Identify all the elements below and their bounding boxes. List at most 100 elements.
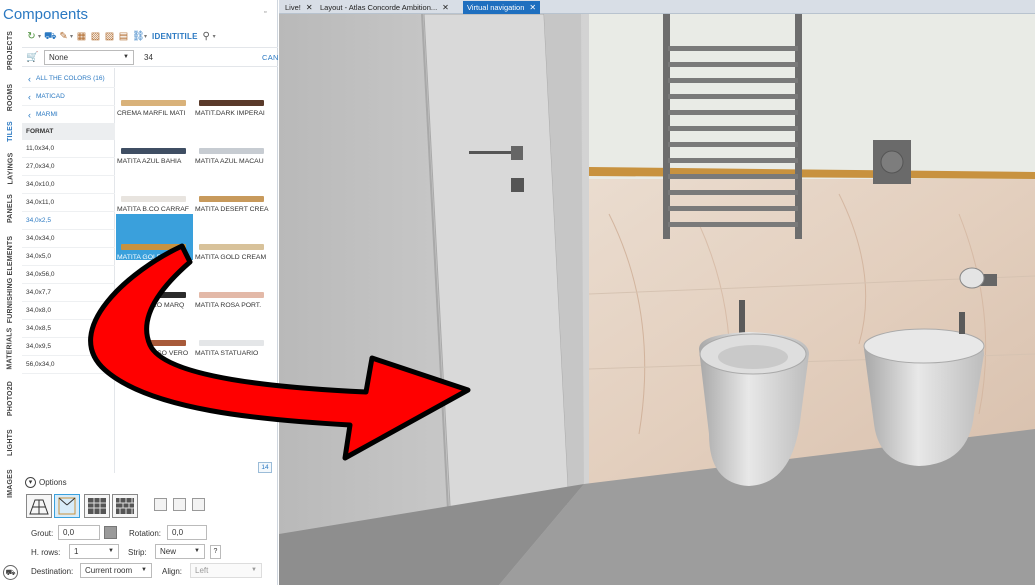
chevron-down-icon: ▼	[108, 548, 114, 554]
align-select[interactable]: Left ▼	[190, 563, 262, 578]
help-button[interactable]: ?	[210, 545, 221, 559]
collapse-options-icon[interactable]: ▾	[25, 477, 36, 488]
tile-item[interactable]: MATITA ROSA PORT.	[194, 262, 271, 309]
strip-select[interactable]: New ▼	[155, 544, 205, 559]
tile-item[interactable]: MATITA STATUARIO	[194, 310, 271, 357]
tile-copy-icon[interactable]: ▤	[118, 31, 129, 42]
calendar-icon[interactable]	[154, 498, 167, 511]
destination-label: Destination:	[31, 567, 74, 576]
format-item[interactable]: 34,0x9,5	[22, 338, 115, 356]
price-list-value: None	[49, 53, 69, 62]
side-tab-materials[interactable]: MATERIALS	[0, 327, 21, 369]
format-item[interactable]: 34,0x5,0	[22, 248, 115, 266]
close-icon[interactable]: ✕	[529, 3, 536, 12]
nav-all-colors[interactable]: ‹ ALL THE COLORS (16)	[22, 70, 115, 88]
wall-layout-icon[interactable]	[54, 494, 80, 518]
cart-icon[interactable]: ⛟	[44, 31, 57, 42]
tile-item[interactable]: CREMA MARFIL MATI	[116, 70, 193, 117]
pattern-offset-icon[interactable]	[112, 494, 138, 518]
price-cart-icon: 🛒	[26, 52, 39, 63]
chevron-left-icon: ‹	[28, 91, 31, 102]
binoculars-icon[interactable]: ⚲	[201, 31, 212, 42]
tile-item[interactable]: MATITA AZUL BAHIA	[116, 118, 193, 165]
app-window: Components ▫ PROJECTS ROOMS TILES LAYING…	[0, 0, 1035, 585]
tab-label: Live!	[285, 3, 301, 12]
tile-item[interactable]: MATITA NERO MARQ	[116, 262, 193, 309]
side-tab-panels[interactable]: PANELS	[0, 193, 21, 223]
tile-item[interactable]: MATITA AZUL MACAU	[194, 118, 271, 165]
tile-item[interactable]: MATITA ROSSO VERO	[116, 310, 193, 357]
side-tab-images[interactable]: IMAGES	[0, 466, 21, 500]
hrows-select[interactable]: 1 ▼	[69, 544, 119, 559]
price-list-select[interactable]: None ▼	[44, 50, 134, 65]
format-item[interactable]: 34,0x8,5	[22, 320, 115, 338]
close-icon[interactable]: ✕	[306, 3, 313, 12]
pattern-grid-icon[interactable]	[84, 494, 110, 518]
floor-layout-icon[interactable]	[26, 494, 52, 518]
tile-item[interactable]: MATITA DESERT CREA	[194, 166, 271, 213]
document-tabbar: Live! ✕ Layout - Atlas Concorde Ambition.…	[279, 0, 1035, 14]
tab-layout[interactable]: Layout - Atlas Concorde Ambition... ✕	[316, 1, 453, 14]
options-label: Options	[39, 478, 67, 487]
save-layout-icon[interactable]	[192, 498, 205, 511]
close-icon[interactable]: ✕	[442, 3, 449, 12]
chevron-down-icon[interactable]: ▾	[213, 33, 216, 40]
side-tab-label: PROJECTS	[7, 30, 14, 70]
tile-item-selected[interactable]: MATITA GOLD PERSI	[116, 214, 193, 261]
filter-row: 🛒 None ▼ CANCEL	[22, 47, 294, 67]
format-item[interactable]: 34,0x34,0	[22, 230, 115, 248]
format-item[interactable]: 11,0x34,0	[22, 140, 115, 158]
format-item[interactable]: 34,0x8,0	[22, 302, 115, 320]
chevron-down-icon[interactable]: ▾	[38, 33, 41, 40]
chevron-down-icon: ▼	[141, 567, 147, 573]
tile-label: MATITA STATUARIO	[195, 350, 259, 357]
side-tab-label: PHOTO2D	[7, 380, 14, 416]
format-item-selected[interactable]: 34,0x2,5	[22, 212, 115, 230]
identitile-button[interactable]: IDENTITILE	[152, 32, 198, 41]
tab-label: Layout - Atlas Concorde Ambition...	[320, 3, 438, 12]
tile-3d-icon[interactable]: ▨	[104, 31, 115, 42]
chevron-down-icon[interactable]: ▾	[144, 33, 147, 40]
pin-icon[interactable]: ▫	[264, 9, 266, 16]
side-tab-tiles[interactable]: TILES	[0, 120, 21, 142]
list-icon[interactable]	[173, 498, 186, 511]
nav-maticad[interactable]: ‹ MATICAD	[22, 88, 115, 106]
destination-select[interactable]: Current room ▼	[80, 563, 152, 578]
format-item[interactable]: 34,0x7,7	[22, 284, 115, 302]
search-input[interactable]	[140, 50, 240, 65]
tile-2d-icon[interactable]: ▦	[76, 31, 87, 42]
chevron-down-icon: ▼	[123, 54, 129, 60]
format-item[interactable]: 27,0x34,0	[22, 158, 115, 176]
tile-item[interactable]: MATITA GOLD CREAM	[194, 214, 271, 261]
tab-live[interactable]: Live! ✕	[281, 1, 317, 14]
grout-input[interactable]: 0,0	[58, 525, 100, 540]
bottom-cart-icon[interactable]: ⛟	[3, 565, 18, 580]
tile-item[interactable]: MATIT.DARK IMPERAI	[194, 70, 271, 117]
tile-edit-icon[interactable]: ▧	[90, 31, 101, 42]
tile-label: MATITA B.CO CARRAF	[117, 206, 189, 213]
nav-maticad-label: MATICAD	[36, 93, 65, 100]
refresh-icon[interactable]: ↻	[26, 31, 37, 42]
side-tab-projects[interactable]: PROJECTS	[0, 30, 21, 70]
chevron-down-icon[interactable]: ▾	[70, 33, 73, 40]
side-tab-rooms[interactable]: ROOMS	[0, 78, 21, 116]
tile-swatch	[199, 196, 264, 202]
grout-color-swatch[interactable]	[104, 526, 117, 539]
side-tab-furnishing-elements[interactable]: FURNISHING ELEMENTS	[0, 233, 21, 325]
tile-item[interactable]: MATITA B.CO CARRAF	[116, 166, 193, 213]
tile-link-icon[interactable]: ⛓	[132, 31, 145, 42]
tab-virtual-navigation[interactable]: Virtual navigation ✕	[463, 1, 541, 14]
side-tab-layings[interactable]: LAYINGS	[0, 148, 21, 188]
virtual-navigation-viewport[interactable]	[279, 14, 1035, 585]
format-item[interactable]: 34,0x11,0	[22, 194, 115, 212]
side-tab-photo2d[interactable]: PHOTO2D	[0, 378, 21, 418]
format-item[interactable]: 34,0x10,0	[22, 176, 115, 194]
format-item[interactable]: 56,0x34,0	[22, 356, 115, 374]
side-tab-label: ROOMS	[7, 83, 15, 111]
hrows-label: H. rows:	[31, 548, 61, 557]
side-tab-lights[interactable]: LIGHTS	[0, 426, 21, 458]
rotation-input[interactable]: 0,0	[167, 525, 207, 540]
nav-marmi[interactable]: ‹ MARMI	[22, 106, 115, 124]
format-item[interactable]: 34,0x56,0	[22, 266, 115, 284]
magic-wand-icon[interactable]: ✎	[58, 31, 69, 42]
